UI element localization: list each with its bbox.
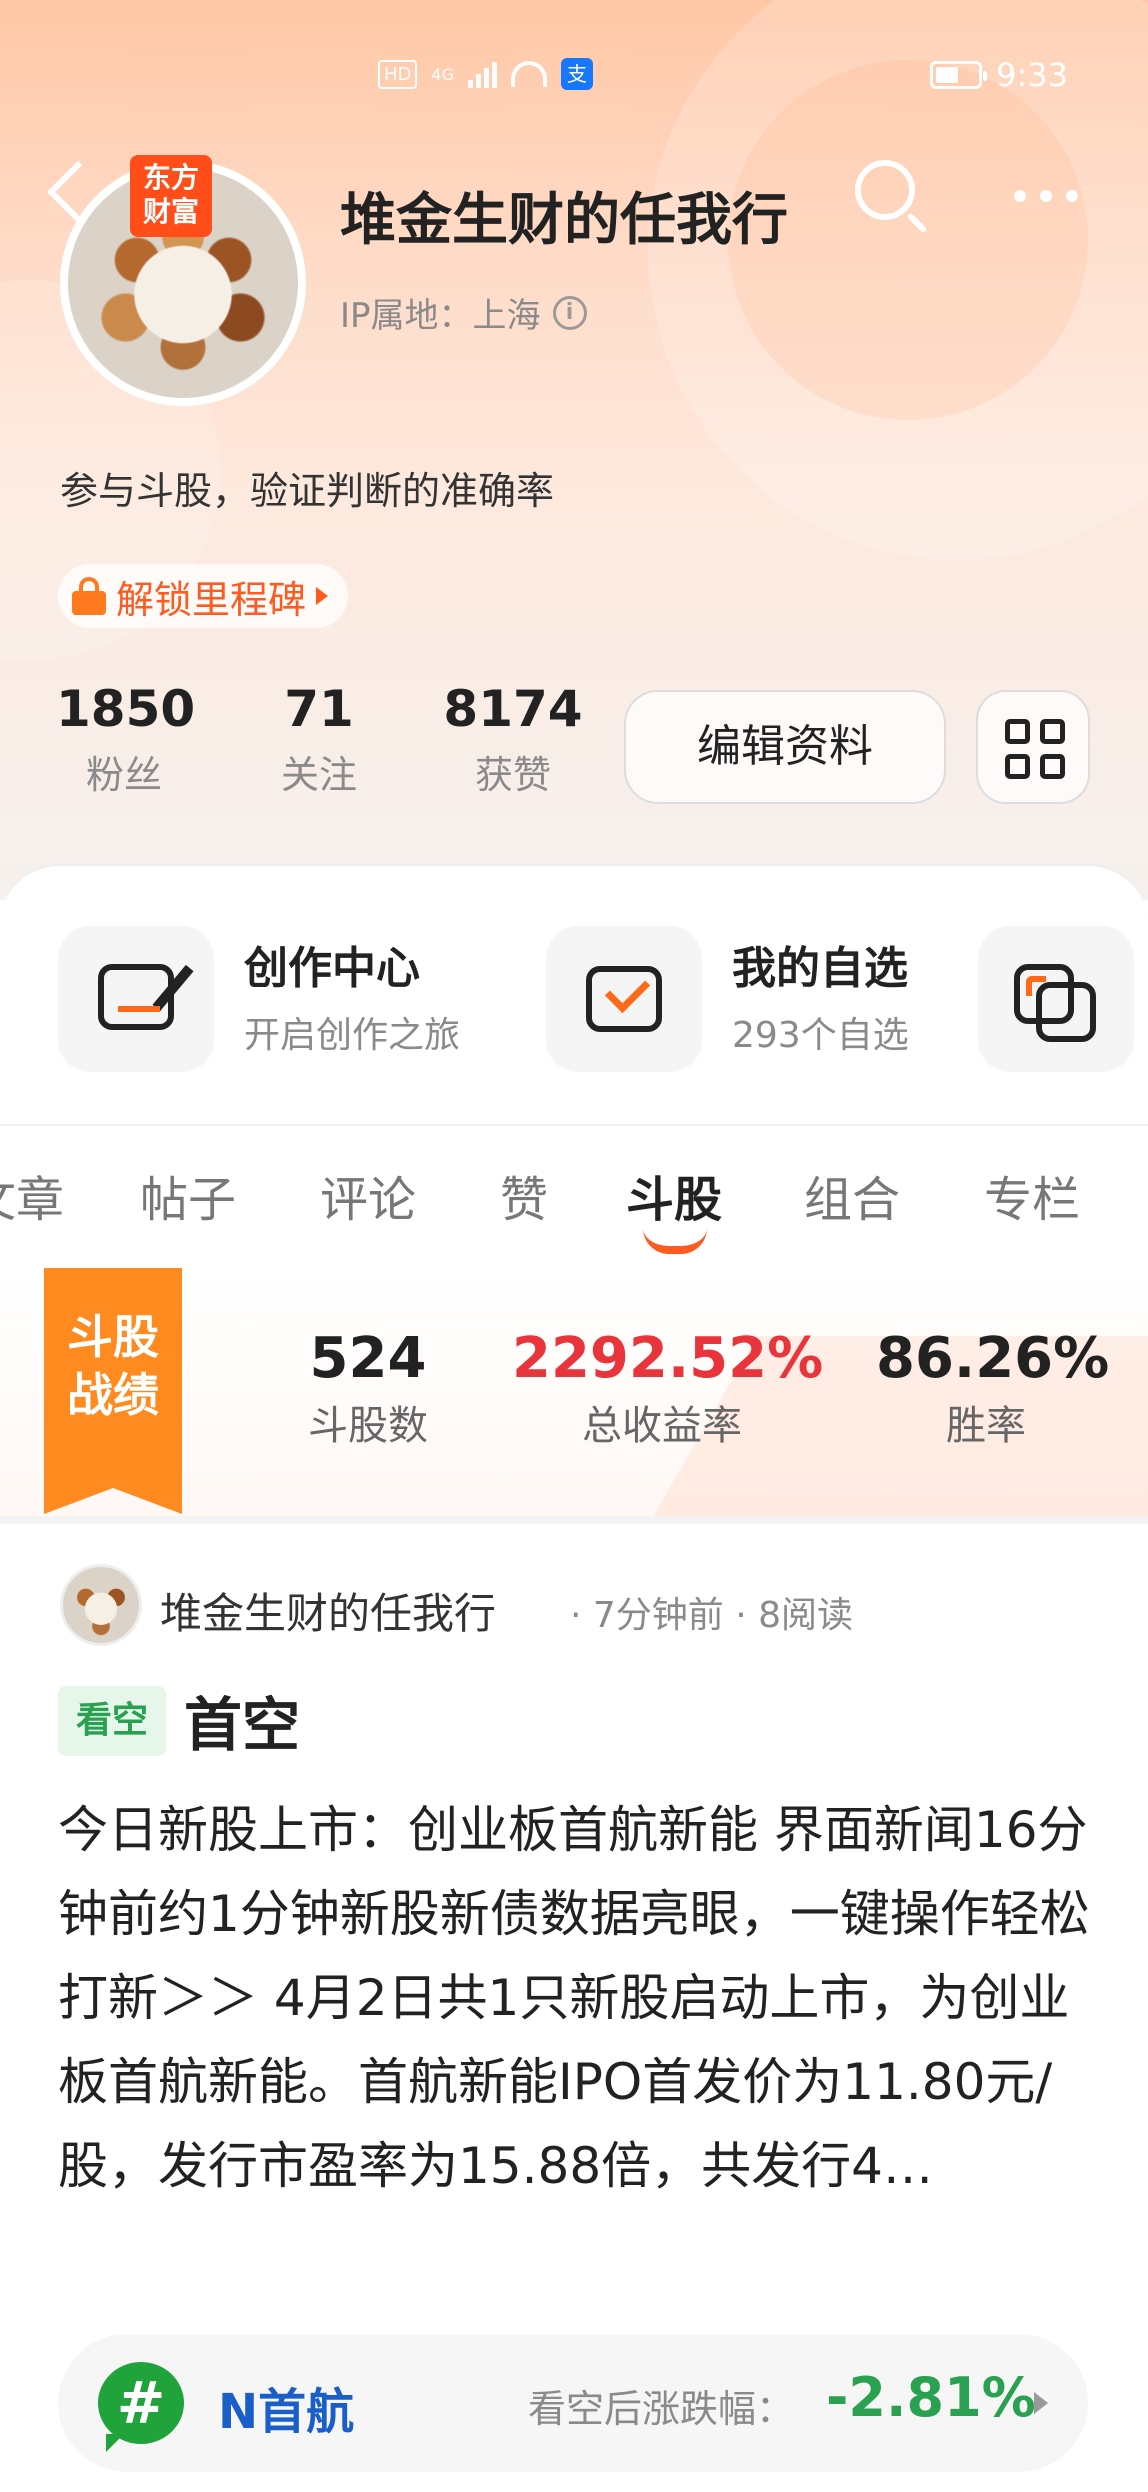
- creation-center[interactable]: 创作中心 开启创作之旅: [58, 926, 498, 1076]
- qr-code-icon: [1005, 719, 1065, 779]
- battle-value: 86.26%: [876, 1326, 1110, 1391]
- divider: [0, 1516, 1148, 1524]
- wifi-icon: [510, 61, 547, 87]
- search-icon[interactable]: [855, 160, 915, 220]
- feature-subtitle: 开启创作之旅: [244, 1015, 461, 1056]
- stat-fans[interactable]: 1850 粉丝: [56, 680, 196, 799]
- my-watchlist[interactable]: 我的自选 293个自选: [546, 926, 966, 1076]
- avatar[interactable]: [60, 1564, 142, 1646]
- stock-name: N首航: [218, 2384, 355, 2440]
- stat-likes[interactable]: 8174 获赞: [440, 680, 586, 799]
- network-label: 4G: [431, 64, 454, 84]
- milestone-label: 解锁里程碑: [116, 577, 307, 622]
- lock-icon: [72, 577, 106, 615]
- chevron-right-icon: [316, 587, 329, 605]
- stat-number: 71: [284, 680, 354, 738]
- brand-badge: 东方 财富: [130, 155, 212, 237]
- edit-profile-button[interactable]: 编辑资料: [624, 690, 946, 804]
- milestone-button[interactable]: 解锁里程碑: [58, 564, 349, 628]
- stat-label: 粉丝: [85, 753, 162, 797]
- battle-label: 胜率: [946, 1403, 1026, 1449]
- tab-likes[interactable]: 赞: [500, 1160, 548, 1230]
- tab-stock-battle[interactable]: 斗股: [626, 1160, 722, 1230]
- battle-count: 524 斗股数: [278, 1326, 458, 1451]
- tab-comments[interactable]: 评论: [320, 1160, 416, 1230]
- hashtag-icon: #: [98, 2362, 184, 2452]
- stock-link[interactable]: # N首航 看空后涨跌幅： -2.81%: [58, 2334, 1088, 2472]
- stock-change-label: 看空后涨跌幅：: [528, 2387, 795, 2431]
- qr-code-button[interactable]: [976, 690, 1090, 804]
- stat-following[interactable]: 71 关注: [254, 680, 384, 799]
- more-icon[interactable]: [1014, 190, 1078, 202]
- tab-portfolio[interactable]: 组合: [804, 1160, 900, 1230]
- portfolio-shortcut[interactable]: [978, 926, 1148, 1076]
- feature-title: 我的自选: [732, 943, 908, 994]
- feature-card: 创作中心 开启创作之旅 我的自选 293个自选: [0, 864, 1148, 1124]
- battle-label: 总收益率: [582, 1403, 742, 1449]
- bearish-tag: 看空: [58, 1686, 166, 1756]
- chevron-right-icon: [1034, 2392, 1048, 2414]
- stat-label: 关注: [280, 753, 357, 797]
- battle-value: 2292.52%: [512, 1326, 824, 1391]
- post-author[interactable]: 堆金生财的任我行: [160, 1580, 496, 1641]
- battle-value: 524: [309, 1326, 427, 1391]
- post-body[interactable]: 今日新股上市：创业板首航新能 界面新闻16分钟前约1分钟新股新债数据亮眼，一键操…: [58, 1788, 1098, 2208]
- info-icon[interactable]: i: [552, 295, 587, 330]
- tab-columns[interactable]: 专栏: [984, 1160, 1080, 1230]
- battle-winrate: 86.26% 胜率: [876, 1326, 1110, 1451]
- ip-location-text: IP属地：上海: [340, 296, 541, 336]
- profile-header: HD 4G 支 9:33 东方 财富 堆金生财的任我行 IP属地：上海 i 参与…: [0, 0, 1148, 900]
- clock: 9:33: [996, 56, 1068, 94]
- battle-label: 斗股数: [308, 1403, 428, 1449]
- stat-number: 8174: [443, 680, 583, 738]
- post-title: 首空: [184, 1691, 301, 1759]
- tab-posts[interactable]: 帖子: [140, 1160, 236, 1230]
- ip-location: IP属地：上海 i: [340, 288, 587, 337]
- tab-articles[interactable]: 文章: [0, 1160, 64, 1230]
- feature-title: 创作中心: [244, 943, 420, 994]
- bio: 参与斗股，验证判断的准确率: [60, 469, 555, 513]
- post-meta: · 7分钟前 · 8阅读: [570, 1595, 854, 1636]
- username: 堆金生财的任我行: [340, 188, 788, 253]
- signal-icon: [467, 60, 497, 88]
- stock-change-value: -2.81%: [826, 2366, 1036, 2429]
- feature-subtitle: 293个自选: [732, 1015, 909, 1056]
- stat-number: 1850: [56, 680, 196, 738]
- alipay-icon: 支: [560, 58, 593, 90]
- content-tabs: 文章 帖子 评论 赞 斗股 组合 专栏: [0, 1124, 1148, 1270]
- hd-indicator: HD: [378, 59, 418, 89]
- battle-return: 2292.52% 总收益率: [512, 1326, 824, 1451]
- watchlist-icon: [546, 926, 702, 1072]
- status-bar: HD 4G 支 9:33: [0, 50, 1148, 100]
- portfolio-icon: [978, 926, 1134, 1072]
- battery-icon: [930, 61, 988, 89]
- creation-center-icon: [58, 926, 214, 1072]
- post-card[interactable]: 堆金生财的任我行 · 7分钟前 · 8阅读 看空 首空 今日新股上市：创业板首航…: [0, 1524, 1148, 2492]
- stat-label: 获赞: [474, 753, 551, 797]
- battle-record[interactable]: 斗股 战绩 524 斗股数 2292.52% 总收益率 86.26% 胜率: [0, 1266, 1148, 1516]
- battle-flag: 斗股 战绩: [44, 1268, 182, 1514]
